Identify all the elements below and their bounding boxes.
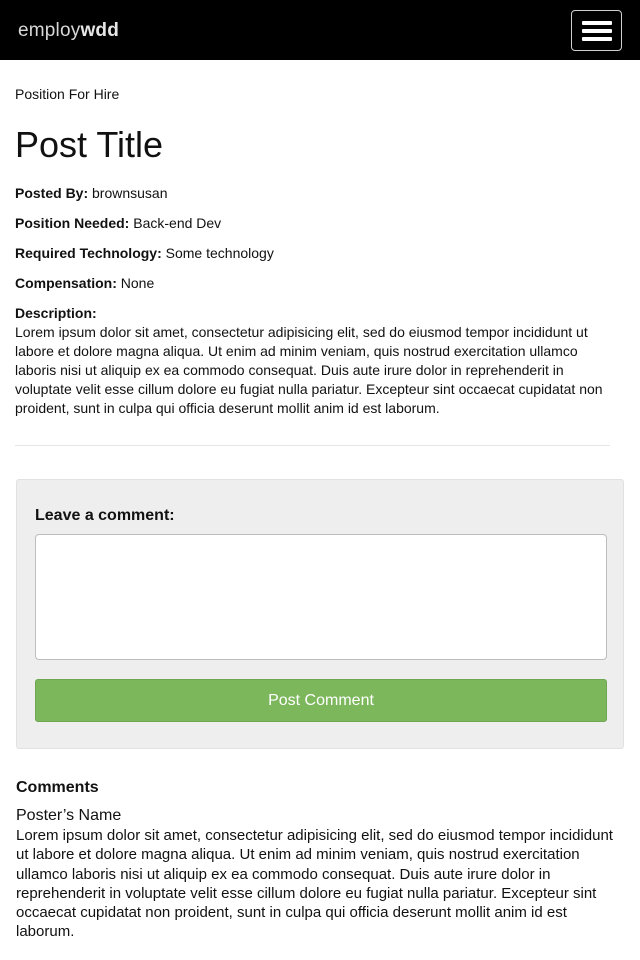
- required-technology-value: Some technology: [165, 245, 274, 261]
- description-text: Lorem ipsum dolor sit amet, consectetur …: [15, 324, 603, 416]
- position-needed-field: Position Needed: Back-end Dev: [15, 214, 221, 232]
- description-label: Description:: [15, 305, 97, 321]
- brand-logo[interactable]: employwdd: [18, 19, 119, 43]
- comment-textarea[interactable]: [35, 534, 607, 660]
- posted-by-field: Posted By: brownsusan: [15, 184, 168, 202]
- posted-by-value: brownsusan: [92, 185, 168, 201]
- compensation-field: Compensation: None: [15, 274, 154, 292]
- hamburger-menu-icon-bar: [582, 29, 612, 33]
- brand-logo-bold-text: wdd: [80, 20, 120, 41]
- hamburger-menu-icon-bar: [582, 37, 612, 41]
- comment-body: Lorem ipsum dolor sit amet, consectetur …: [16, 827, 613, 941]
- post-title: Post Title: [15, 124, 164, 165]
- post-category: Position For Hire: [15, 86, 120, 102]
- brand-logo-light-text: employ: [18, 20, 81, 41]
- position-needed-label: Position Needed:: [15, 215, 130, 231]
- required-technology-label: Required Technology:: [15, 245, 162, 261]
- position-needed-value: Back-end Dev: [133, 215, 222, 231]
- section-divider: [15, 445, 610, 446]
- post-comment-button[interactable]: Post Comment: [35, 679, 607, 722]
- comment-form-label: Leave a comment:: [35, 507, 175, 524]
- comment-form: Leave a comment: Post Comment: [16, 479, 624, 749]
- top-navbar: employwdd: [0, 0, 640, 60]
- hamburger-menu-icon: [582, 21, 612, 25]
- compensation-label: Compensation:: [15, 275, 117, 291]
- hamburger-menu-button[interactable]: [571, 10, 622, 51]
- posted-by-label: Posted By:: [15, 185, 89, 201]
- comment-author: Poster’s Name: [16, 807, 122, 824]
- required-technology-field: Required Technology: Some technology: [15, 244, 274, 262]
- compensation-value: None: [120, 275, 155, 291]
- comments-heading: Comments: [16, 779, 99, 796]
